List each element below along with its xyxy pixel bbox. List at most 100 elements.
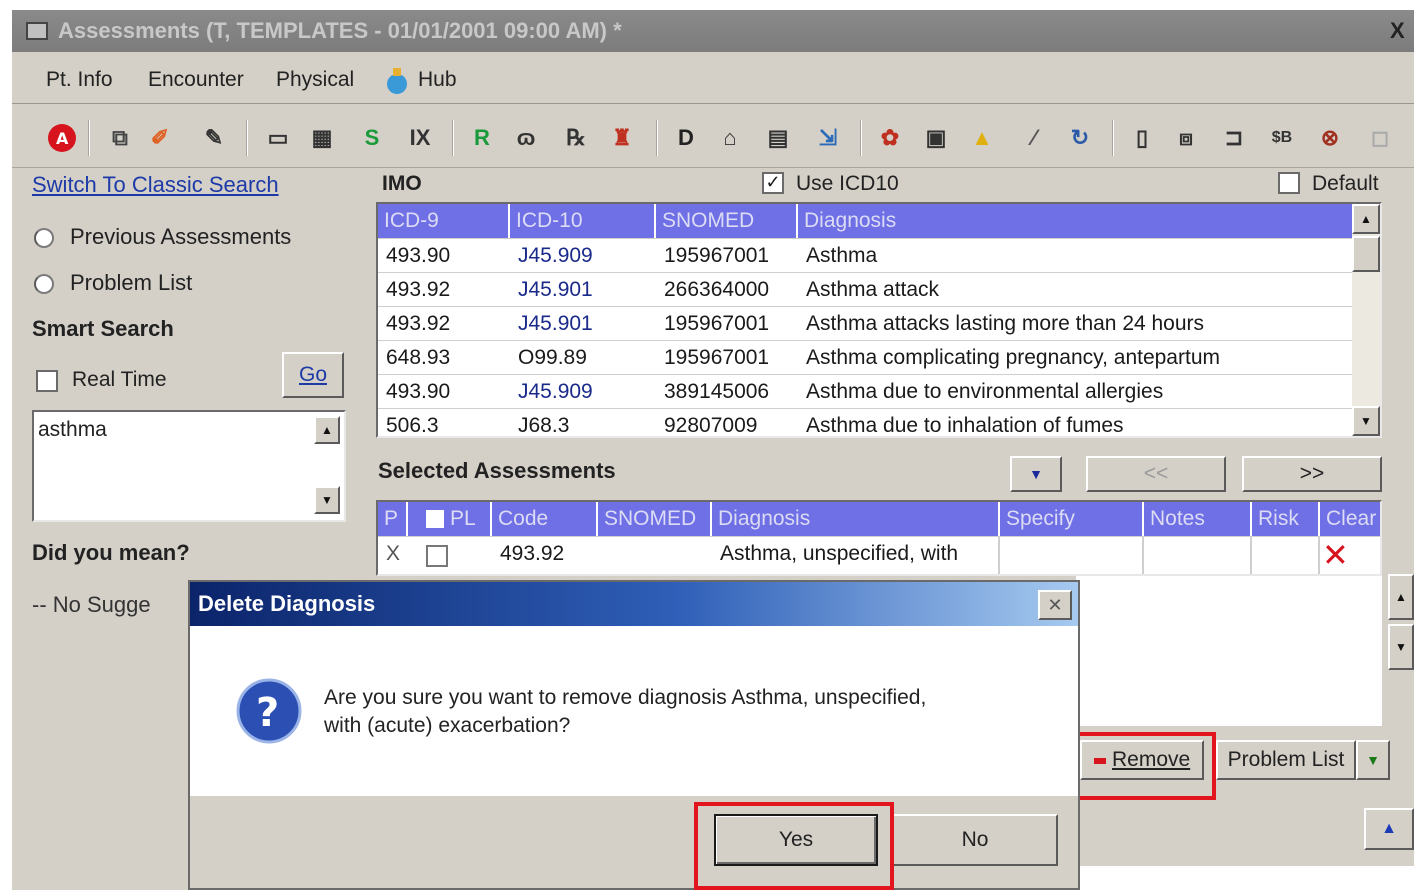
dialog-title-bar: Delete Diagnosis ✕ <box>190 582 1078 626</box>
selected-grid-header: P PL Code SNOMED Diagnosis Specify Notes… <box>378 502 1380 536</box>
table-row[interactable]: 493.90 J45.909 389145006 Asthma due to e… <box>378 374 1354 408</box>
col-diagnosis[interactable]: Diagnosis <box>712 502 1000 536</box>
disabled-icon: ◻ <box>1370 125 1390 150</box>
toolbar-separator <box>656 120 658 156</box>
table-row[interactable]: 506.3 J68.3 92807009 Asthma due to inhal… <box>378 408 1354 437</box>
no-button[interactable]: No <box>892 814 1058 866</box>
textarea-scroll-up-button[interactable]: ▲ <box>314 416 340 444</box>
close-window-button[interactable]: X <box>1390 18 1410 44</box>
docs-icon[interactable]: ⧈ <box>1170 122 1202 154</box>
col-snomed[interactable]: SNOMED <box>598 502 712 536</box>
default-checkbox[interactable] <box>1278 172 1300 194</box>
cell-icd9: 493.90 <box>386 380 451 403</box>
bag-icon[interactable]: ✿ <box>874 122 906 154</box>
table-row[interactable]: 493.92 J45.901 266364000 Asthma attack <box>378 272 1354 306</box>
previous-assessments-label: Previous Assessments <box>70 224 292 249</box>
real-time-checkbox[interactable] <box>36 370 58 392</box>
menu-hub[interactable]: Hub <box>418 68 457 92</box>
col-diagnosis[interactable]: Diagnosis <box>798 204 1352 238</box>
calendar-icon[interactable]: ▤ <box>762 122 794 154</box>
table-row[interactable]: 493.92 J45.901 195967001 Asthma attacks … <box>378 306 1354 340</box>
col-code[interactable]: Code <box>492 502 598 536</box>
go-button[interactable]: Go <box>282 352 344 398</box>
table-row[interactable]: 648.93 O99.89 195967001 Asthma complicat… <box>378 340 1354 374</box>
scroll-down-button[interactable]: ▼ <box>1352 406 1380 436</box>
imo-grid-scrollbar[interactable]: ▲ ▼ <box>1352 204 1380 436</box>
cell-icd9: 493.92 <box>386 278 451 301</box>
pen-icon[interactable]: ✎ <box>198 122 230 154</box>
col-notes[interactable]: Notes <box>1144 502 1252 536</box>
toolbar-separator <box>1112 120 1114 156</box>
notes-area <box>1076 576 1382 726</box>
col-clear[interactable]: Clear <box>1320 502 1380 536</box>
brush-icon[interactable]: ✐ <box>144 122 176 154</box>
select-all-checkbox[interactable] <box>426 510 444 528</box>
cell-snomed <box>598 537 606 571</box>
cell-snomed: 92807009 <box>664 414 758 437</box>
doc-icon[interactable]: ▯ <box>1126 122 1158 154</box>
switch-classic-search-link[interactable]: Switch To Classic Search <box>32 172 279 198</box>
use-icd10-label: Use ICD10 <box>796 172 899 195</box>
menu-encounter[interactable]: Encounter <box>148 68 244 92</box>
glasses-icon[interactable]: ɷ <box>510 122 542 154</box>
cell-snomed: 266364000 <box>664 278 770 301</box>
refresh-icon[interactable]: ↻ <box>1064 122 1096 154</box>
stop-icon[interactable]: A <box>46 122 78 154</box>
cell-diagnosis: Asthma complicating pregnancy, antepartu… <box>806 346 1220 369</box>
import-icon[interactable]: ⇲ <box>812 122 844 154</box>
flow-icon[interactable]: ⊐ <box>1218 122 1250 154</box>
cell-diagnosis: Asthma due to environmental allergies <box>806 380 1164 403</box>
bottle-icon[interactable]: ♜ <box>606 122 638 154</box>
dx-icon[interactable]: D <box>670 122 702 154</box>
cell-code: 493.92 <box>500 542 565 565</box>
table-row[interactable]: X 493.92 Asthma, unspecified, with ✕ <box>378 536 1380 574</box>
scroll-thumb[interactable] <box>1352 236 1380 272</box>
pills-icon[interactable]: ⁄ <box>1018 122 1050 154</box>
s-icon[interactable]: S <box>356 122 388 154</box>
ix-icon[interactable]: IX <box>404 122 436 154</box>
note-icon[interactable]: ▭ <box>262 122 294 154</box>
bag2-icon[interactable]: ⊗ <box>1314 122 1346 154</box>
right-scroll-down-button[interactable]: ▼ <box>1388 624 1414 670</box>
rx-icon[interactable]: ℞ <box>560 122 592 154</box>
book-icon[interactable]: ▣ <box>920 122 952 154</box>
chart-icon[interactable]: ▦ <box>306 122 338 154</box>
problem-list-radio[interactable] <box>34 274 54 294</box>
problem-list-button[interactable]: Problem List <box>1216 740 1356 780</box>
cell-icd10: J45.901 <box>518 278 593 301</box>
col-risk[interactable]: Risk <box>1252 502 1320 536</box>
col-icd10[interactable]: ICD-10 <box>510 204 656 238</box>
textarea-scroll-down-button[interactable]: ▼ <box>314 486 340 514</box>
selected-dropdown-button[interactable]: ▼ <box>1010 456 1062 492</box>
problem-list-dropdown-button[interactable]: ▼ <box>1356 740 1390 780</box>
col-p[interactable]: P <box>378 502 408 536</box>
dialog-close-button[interactable]: ✕ <box>1038 590 1072 620</box>
r-icon[interactable]: R <box>466 122 498 154</box>
clear-row-icon[interactable]: ✕ <box>1322 539 1350 571</box>
cell-icd10: J45.909 <box>518 380 593 403</box>
cell-icd9: 506.3 <box>386 414 439 437</box>
use-icd10-checkbox[interactable]: ✓ <box>762 172 784 194</box>
previous-button[interactable]: << <box>1086 456 1226 492</box>
selected-assessments-grid: P PL Code SNOMED Diagnosis Specify Notes… <box>376 500 1382 576</box>
scroll-up-button[interactable]: ▲ <box>1352 204 1380 234</box>
sb-icon[interactable]: $B <box>1266 122 1298 154</box>
bottom-scroll-up-button[interactable]: ▲ <box>1364 808 1414 850</box>
menu-physical[interactable]: Physical <box>276 68 354 92</box>
pl-checkbox[interactable] <box>426 545 448 567</box>
bell-icon[interactable]: ▲ <box>966 122 998 154</box>
cell-p[interactable]: X <box>378 537 400 571</box>
previous-assessments-radio[interactable] <box>34 228 54 248</box>
col-specify[interactable]: Specify <box>1000 502 1144 536</box>
svg-text:A: A <box>56 129 69 148</box>
next-button[interactable]: >> <box>1242 456 1382 492</box>
search-textarea[interactable]: asthma ▲ ▼ <box>32 410 346 522</box>
table-row[interactable]: 493.90 J45.909 195967001 Asthma <box>378 238 1354 272</box>
col-icd9[interactable]: ICD-9 <box>378 204 510 238</box>
col-pl[interactable]: PL <box>444 502 492 536</box>
col-snomed[interactable]: SNOMED <box>656 204 798 238</box>
menu-pt-info[interactable]: Pt. Info <box>46 68 113 92</box>
copy-icon[interactable]: ⧉ <box>104 122 136 154</box>
house-icon[interactable]: ⌂ <box>714 122 746 154</box>
right-scroll-up-button[interactable]: ▲ <box>1388 574 1414 620</box>
